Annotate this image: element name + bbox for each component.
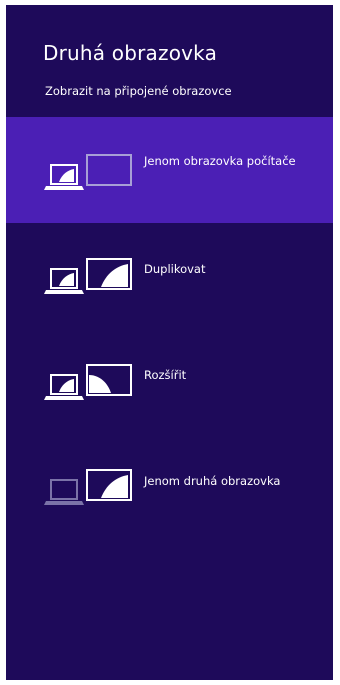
option-duplicate[interactable]: Duplikovat — [6, 223, 333, 329]
option-label: Rozšířit — [144, 368, 187, 382]
option-second-screen-only[interactable]: Jenom druhá obrazovka — [6, 435, 333, 541]
panel-subtitle: Zobrazit na připojené obrazovce — [45, 84, 232, 98]
option-extend[interactable]: Rozšířit — [6, 329, 333, 435]
second-screen-only-icon — [44, 469, 132, 505]
extend-icon — [44, 364, 132, 400]
option-label: Jenom druhá obrazovka — [144, 474, 281, 488]
pc-screen-only-icon — [44, 154, 132, 190]
duplicate-icon — [44, 258, 132, 294]
second-screen-panel: Druhá obrazovka Zobrazit na připojené ob… — [6, 5, 333, 680]
panel-title: Druhá obrazovka — [43, 41, 218, 65]
option-label: Jenom obrazovka počítače — [144, 154, 296, 168]
option-pc-screen-only[interactable]: Jenom obrazovka počítače — [6, 117, 333, 223]
option-label: Duplikovat — [144, 262, 206, 276]
